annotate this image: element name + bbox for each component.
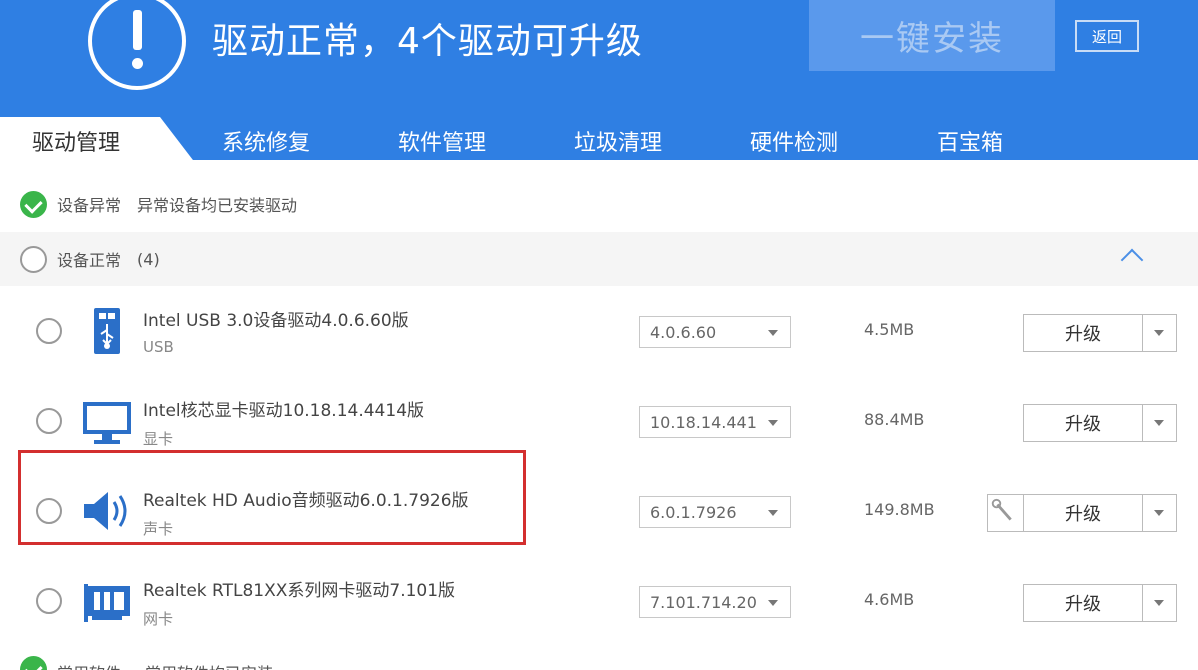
one-click-install-button[interactable]: 一键安装 <box>809 0 1055 71</box>
driver-size: 4.6MB <box>864 590 915 609</box>
network-card-icon <box>84 584 130 622</box>
version-select[interactable]: 6.0.1.7926 <box>639 496 791 528</box>
driver-category: USB <box>143 338 174 356</box>
version-value: 6.0.1.7926 <box>650 502 737 522</box>
upgrade-label: 升级 <box>1065 594 1101 615</box>
version-value: 10.18.14.441 <box>650 412 757 432</box>
caret-down-icon <box>768 600 778 606</box>
wrench-icon <box>991 498 1012 521</box>
driver-category: 显卡 <box>143 430 174 448</box>
caret-down-icon <box>768 510 778 516</box>
caret-down-icon[interactable] <box>1154 420 1164 426</box>
driver-select-radio[interactable] <box>36 318 62 344</box>
driver-name: Intel核芯显卡驱动10.18.14.4414版 <box>143 401 425 421</box>
upgrade-button[interactable]: 升级 <box>1023 584 1177 622</box>
abnormal-label: 设备异常 <box>57 196 122 215</box>
speaker-icon <box>84 492 127 530</box>
driver-name: Realtek RTL81XX系列网卡驱动7.101版 <box>143 581 456 601</box>
tab-system-repair[interactable]: 系统修复 <box>196 117 336 164</box>
main-tabs: 驱动管理 系统修复 软件管理 垃圾清理 硬件检测 百宝箱 <box>0 117 1198 164</box>
monitor-icon <box>83 402 131 444</box>
upgrade-label: 升级 <box>1065 504 1101 525</box>
upgrade-button[interactable]: 升级 <box>1023 404 1177 442</box>
tab-driver-management[interactable]: 驱动管理 <box>0 117 196 164</box>
driver-select-radio[interactable] <box>36 588 62 614</box>
driver-select-radio[interactable] <box>36 408 62 434</box>
driver-name: Realtek HD Audio音频驱动6.0.1.7926版 <box>143 491 469 511</box>
back-button[interactable]: 返回 <box>1075 20 1139 52</box>
check-icon <box>20 190 47 218</box>
normal-label: 设备正常 <box>57 251 122 270</box>
driver-row: Intel USB 3.0设备驱动4.0.6.60版 USB 4.0.6.60 … <box>0 286 1198 376</box>
upgrade-label: 升级 <box>1065 414 1101 435</box>
chevron-up-icon[interactable] <box>1120 248 1144 272</box>
select-all-radio[interactable] <box>20 245 47 273</box>
version-select[interactable]: 7.101.714.20 <box>639 586 791 618</box>
footer-description: 常用软件均已安装 <box>145 660 273 670</box>
driver-row: Realtek HD Audio音频驱动6.0.1.7926版 声卡 6.0.1… <box>0 466 1198 556</box>
repair-button[interactable] <box>987 494 1023 532</box>
tab-toolbox[interactable]: 百宝箱 <box>900 117 1040 164</box>
driver-size: 149.8MB <box>864 500 935 519</box>
driver-select-radio[interactable] <box>36 498 62 524</box>
upgrade-button[interactable]: 升级 <box>1023 494 1177 532</box>
caret-down-icon <box>768 420 778 426</box>
caret-down-icon <box>768 330 778 336</box>
driver-size: 4.5MB <box>864 320 915 339</box>
version-value: 7.101.714.20 <box>650 592 757 612</box>
check-icon <box>20 656 47 670</box>
upgrade-button[interactable]: 升级 <box>1023 314 1177 352</box>
driver-category: 声卡 <box>143 520 174 538</box>
driver-size: 88.4MB <box>864 410 925 429</box>
driver-name: Intel USB 3.0设备驱动4.0.6.60版 <box>143 311 409 331</box>
caret-down-icon[interactable] <box>1154 510 1164 516</box>
driver-row: Realtek RTL81XX系列网卡驱动7.101版 网卡 7.101.714… <box>0 556 1198 646</box>
footer-label: 常用软件 <box>57 660 121 670</box>
version-value: 4.0.6.60 <box>650 322 717 342</box>
caret-down-icon[interactable] <box>1154 330 1164 336</box>
common-software-status: 常用软件 常用软件均已安装 <box>0 648 1198 670</box>
usb-icon <box>94 308 120 354</box>
tab-software-management[interactable]: 软件管理 <box>372 117 512 164</box>
caret-down-icon[interactable] <box>1154 600 1164 606</box>
abnormal-device-status: 设备异常 异常设备均已安装驱动 <box>0 180 1198 228</box>
version-select[interactable]: 4.0.6.60 <box>639 316 791 348</box>
normal-device-group-header[interactable]: 设备正常 (4) <box>0 232 1198 286</box>
upgrade-label: 升级 <box>1065 324 1101 345</box>
exclamation-icon <box>88 0 186 90</box>
version-select[interactable]: 10.18.14.441 <box>639 406 791 438</box>
abnormal-description: 异常设备均已安装驱动 <box>137 196 298 215</box>
tab-junk-cleanup[interactable]: 垃圾清理 <box>548 117 688 164</box>
normal-count: (4) <box>137 249 160 269</box>
tab-hardware-detection[interactable]: 硬件检测 <box>724 117 864 164</box>
header-title: 驱动正常，4个驱动可升级 <box>212 21 643 62</box>
driver-category: 网卡 <box>143 610 174 628</box>
driver-row: Intel核芯显卡驱动10.18.14.4414版 显卡 10.18.14.44… <box>0 376 1198 466</box>
